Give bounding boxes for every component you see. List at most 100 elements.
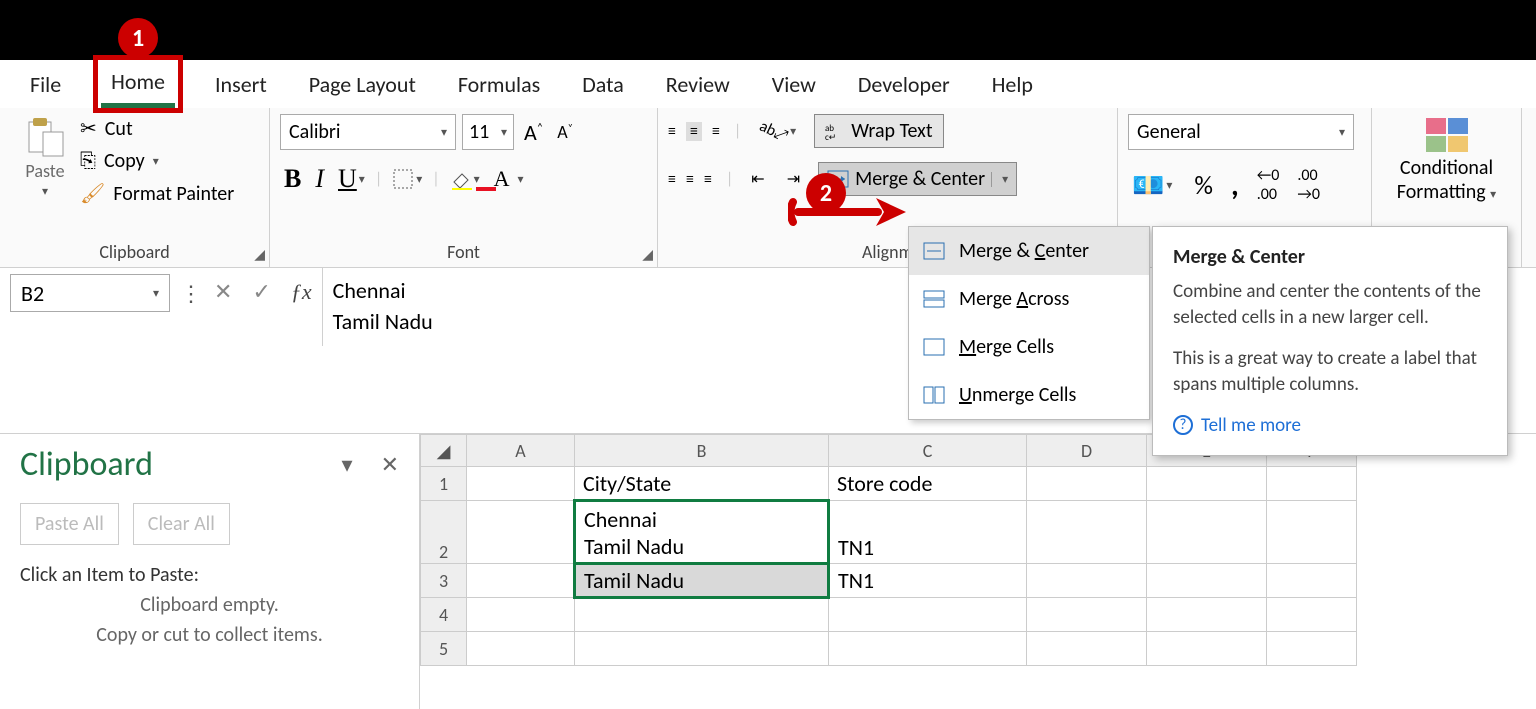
worksheet[interactable]: ◢ A B C D E F 1 City/State Store code 2 [420, 434, 1536, 709]
tab-data[interactable]: Data [572, 63, 634, 106]
cut-button[interactable]: ✂Cut [80, 116, 234, 141]
borders-button[interactable]: ▾ [388, 166, 426, 192]
accounting-format-button[interactable]: 💶▾ [1128, 167, 1176, 203]
paste-all-button[interactable]: Paste All [20, 503, 119, 545]
cell-A5[interactable] [467, 632, 575, 666]
cell-F4[interactable] [1267, 598, 1357, 632]
increase-indent-icon[interactable]: ⇥ [783, 167, 804, 191]
cell-F2[interactable] [1267, 501, 1357, 564]
cell-A1[interactable] [467, 467, 575, 501]
conditional-formatting-button[interactable]: Conditional Formatting ▾ [1382, 116, 1511, 204]
font-size-select[interactable]: 11▾ [462, 114, 514, 150]
cell-C5[interactable] [829, 632, 1027, 666]
align-center-icon[interactable]: ≡ [686, 170, 694, 189]
tab-home[interactable]: Home [101, 60, 175, 108]
cell-E1[interactable] [1147, 467, 1267, 501]
cell-C4[interactable] [829, 598, 1027, 632]
fx-icon[interactable]: ƒx [291, 279, 312, 305]
name-box[interactable]: B2▾ [10, 274, 170, 312]
cell-D2[interactable] [1027, 501, 1147, 564]
cell-B2[interactable]: Chennai Tamil Nadu [575, 501, 829, 564]
cell-E2[interactable] [1147, 501, 1267, 564]
cell-C2[interactable]: TN1 [829, 501, 1027, 564]
menu-unmerge-cells[interactable]: Unmerge Cells [909, 371, 1149, 419]
row-header-2[interactable]: 2 [421, 501, 467, 564]
align-top-icon[interactable]: ≡ [668, 122, 676, 141]
col-header-D[interactable]: D [1027, 435, 1147, 467]
drag-handle-icon[interactable]: ⋮ [180, 280, 204, 307]
tab-file[interactable]: File [20, 63, 71, 106]
row-header-5[interactable]: 5 [421, 632, 467, 666]
cancel-icon[interactable]: ✕ [214, 278, 232, 305]
merge-center-button[interactable]: Merge & Center ▾ [818, 162, 1017, 196]
percent-button[interactable]: % [1194, 169, 1213, 201]
cell-B3[interactable]: Tamil Nadu [575, 564, 829, 598]
align-left-icon[interactable]: ≡ [668, 170, 676, 189]
menu-merge-cells[interactable]: Merge Cells [909, 323, 1149, 371]
font-color-button[interactable]: A▾ [490, 164, 528, 194]
tab-formulas[interactable]: Formulas [448, 63, 550, 106]
underline-button[interactable]: U▾ [334, 162, 369, 196]
decrease-decimal-icon[interactable]: .00→0 [1297, 166, 1320, 204]
cell-B4[interactable] [575, 598, 829, 632]
paste-button[interactable]: Paste ▾ [10, 114, 80, 206]
col-header-B[interactable]: B [575, 435, 829, 467]
tab-help[interactable]: Help [982, 63, 1043, 106]
tab-view[interactable]: View [762, 63, 826, 106]
align-right-icon[interactable]: ≡ [704, 170, 712, 189]
menu-merge-across[interactable]: Merge Across [909, 275, 1149, 323]
cell-A3[interactable] [467, 564, 575, 598]
tell-me-more-link[interactable]: ? Tell me more [1173, 414, 1487, 437]
wrap-text-button[interactable]: abc↵ Wrap Text [814, 114, 943, 148]
decrease-indent-icon[interactable]: ⇤ [747, 167, 768, 191]
close-icon[interactable]: ✕ [381, 451, 399, 478]
align-middle-icon[interactable]: ≡ [686, 122, 702, 141]
font-name-select[interactable]: Calibri▾ [280, 114, 456, 150]
cell-E3[interactable] [1147, 564, 1267, 598]
cell-A2[interactable] [467, 501, 575, 564]
cell-B5[interactable] [575, 632, 829, 666]
col-header-A[interactable]: A [467, 435, 575, 467]
cell-D4[interactable] [1027, 598, 1147, 632]
copy-button[interactable]: ⎘Copy▾ [80, 149, 234, 173]
cell-E4[interactable] [1147, 598, 1267, 632]
tab-insert[interactable]: Insert [205, 63, 277, 106]
bold-button[interactable]: B [280, 162, 305, 196]
tab-review[interactable]: Review [656, 63, 740, 106]
align-bottom-icon[interactable]: ≡ [712, 122, 720, 141]
cell-D1[interactable] [1027, 467, 1147, 501]
cell-B1[interactable]: City/State [575, 467, 829, 501]
cell-E5[interactable] [1147, 632, 1267, 666]
row-header-3[interactable]: 3 [421, 564, 467, 598]
col-header-C[interactable]: C [829, 435, 1027, 467]
increase-decimal-icon[interactable]: ←0.00 [1257, 166, 1280, 204]
row-header-1[interactable]: 1 [421, 467, 467, 501]
decrease-font-icon[interactable]: A˅ [553, 121, 577, 143]
number-format-select[interactable]: General▾ [1128, 114, 1354, 150]
cell-D3[interactable] [1027, 564, 1147, 598]
format-painter-button[interactable]: 🖌Format Painter [80, 181, 234, 206]
cell-C3[interactable]: TN1 [829, 564, 1027, 598]
pane-options-icon[interactable]: ▾ [342, 451, 353, 478]
cell-C1[interactable]: Store code [829, 467, 1027, 501]
cell-F5[interactable] [1267, 632, 1357, 666]
clear-all-button[interactable]: Clear All [133, 503, 230, 545]
tab-developer[interactable]: Developer [848, 63, 960, 106]
dialog-launcher-icon[interactable]: ◢ [254, 246, 265, 263]
select-all-corner[interactable]: ◢ [421, 435, 467, 467]
enter-icon[interactable]: ✓ [252, 278, 270, 305]
tab-page-layout[interactable]: Page Layout [299, 63, 426, 106]
menu-merge-center[interactable]: Merge & Center [909, 227, 1149, 275]
chevron-down-icon: ▾ [1490, 188, 1496, 202]
italic-button[interactable]: I [311, 162, 328, 196]
dialog-launcher-icon[interactable]: ◢ [642, 246, 653, 263]
cell-D5[interactable] [1027, 632, 1147, 666]
increase-font-icon[interactable]: A˄ [520, 119, 547, 146]
cell-F3[interactable] [1267, 564, 1357, 598]
number-format-value: General [1137, 120, 1201, 144]
orientation-button[interactable]: ab⤢▾ [755, 120, 800, 143]
cell-A4[interactable] [467, 598, 575, 632]
comma-style-button[interactable]: , [1231, 167, 1239, 204]
row-header-4[interactable]: 4 [421, 598, 467, 632]
cell-F1[interactable] [1267, 467, 1357, 501]
